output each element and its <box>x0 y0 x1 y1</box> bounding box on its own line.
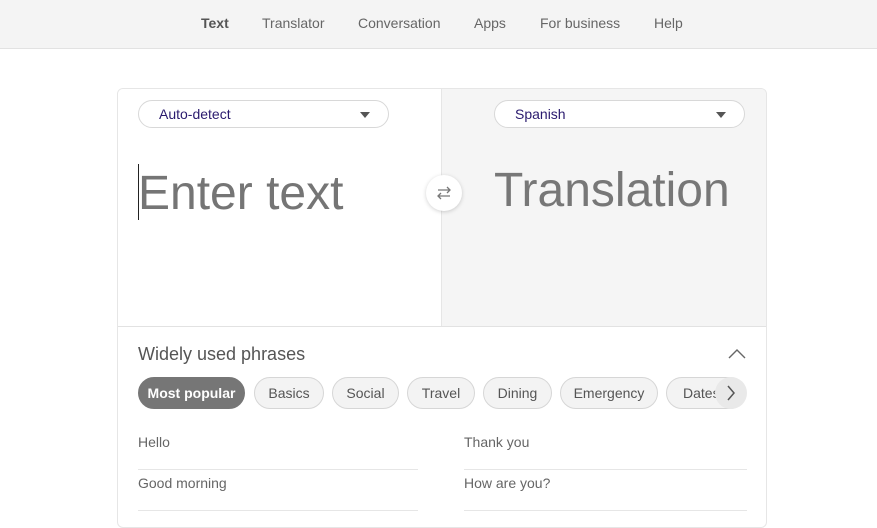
phrase-item[interactable]: Thank you <box>464 429 747 470</box>
category-chip-most-popular[interactable]: Most popular <box>138 377 245 409</box>
source-language-select[interactable]: Auto-detect <box>138 100 389 128</box>
section-divider <box>118 326 766 327</box>
translator-card: Auto-detect Spanish Translation Widely u… <box>117 88 767 528</box>
phrases-title: Widely used phrases <box>138 344 306 364</box>
translation-output: Translation <box>494 164 730 217</box>
swap-languages-button[interactable] <box>426 175 462 211</box>
chevron-right-icon <box>727 385 735 401</box>
phrase-text: Good morning <box>138 475 227 491</box>
chevron-up-icon <box>728 349 746 359</box>
nav-tab-text[interactable]: Text <box>201 15 229 31</box>
nav-tab-for-business[interactable]: For business <box>540 15 620 31</box>
category-chip-basics[interactable]: Basics <box>254 377 324 409</box>
dropdown-caret-icon <box>360 112 370 118</box>
nav-tab-conversation[interactable]: Conversation <box>358 15 441 31</box>
target-language-label: Spanish <box>515 106 566 122</box>
source-language-label: Auto-detect <box>159 106 231 122</box>
scroll-categories-next-button[interactable] <box>715 377 747 409</box>
target-pane: Spanish Translation <box>442 89 766 327</box>
nav-tab-translator[interactable]: Translator <box>262 15 325 31</box>
phrase-item[interactable]: How are you? <box>464 470 747 511</box>
phrase-text: Hello <box>138 434 170 450</box>
nav-tab-help[interactable]: Help <box>654 15 683 31</box>
source-pane: Auto-detect <box>118 89 442 327</box>
target-language-select[interactable]: Spanish <box>494 100 745 128</box>
nav-tab-apps[interactable]: Apps <box>474 15 506 31</box>
category-chip-emergency[interactable]: Emergency <box>560 377 658 409</box>
collapse-phrases-button[interactable] <box>726 345 748 363</box>
category-chip-social[interactable]: Social <box>332 377 399 409</box>
phrase-item[interactable]: Good morning <box>138 470 418 511</box>
category-chip-dining[interactable]: Dining <box>483 377 552 409</box>
swap-arrows-icon <box>437 186 451 200</box>
phrase-text: Thank you <box>464 434 530 450</box>
text-cursor <box>138 164 139 220</box>
phrase-item[interactable]: Hello <box>138 429 418 470</box>
category-chip-travel[interactable]: Travel <box>407 377 475 409</box>
top-navigation: Text Translator Conversation Apps For bu… <box>0 0 877 49</box>
dropdown-caret-icon <box>716 112 726 118</box>
source-text-input[interactable] <box>138 163 428 223</box>
phrase-text: How are you? <box>464 475 551 491</box>
